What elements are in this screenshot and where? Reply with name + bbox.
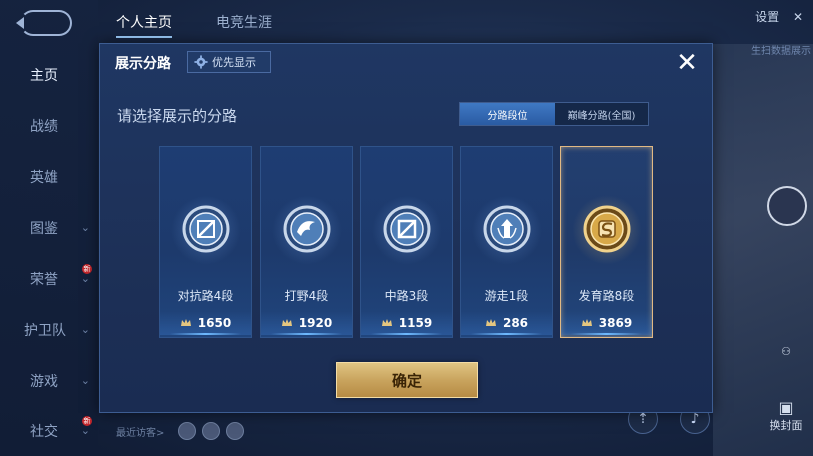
confirm-label: 确定 <box>391 371 422 390</box>
tab-esports-career[interactable]: 电竞生涯 <box>216 12 272 32</box>
dialog-header: 展示分路 优先显示 ✕ <box>100 44 712 82</box>
crown-icon <box>581 319 592 326</box>
farm-lane-emblem-icon <box>583 205 631 253</box>
sidebar-item-guard-team[interactable]: 护卫队 ⌄ <box>0 315 98 345</box>
avatar[interactable] <box>767 186 807 226</box>
top-tabs: 个人主页 电竞生涯 <box>98 0 813 44</box>
lane-score: 1650 <box>160 311 251 335</box>
settings-area: 设置 ✕ <box>755 8 803 25</box>
lane-score: 1159 <box>361 311 452 335</box>
lane-display-dialog: 展示分路 优先显示 ✕ 请选择展示的分路 分路段位 巅峰分路(全国) 对抗路4段… <box>99 43 713 413</box>
lane-mode-toggle: 分路段位 巅峰分路(全国) <box>459 102 649 126</box>
priority-button-label: 优先显示 <box>212 56 256 69</box>
sidebar-item-home[interactable]: 主页 <box>0 60 98 90</box>
background-scene <box>713 44 813 456</box>
chevron-down-icon: ⌄ <box>80 221 90 234</box>
chevron-down-icon: ⌄ <box>80 272 90 285</box>
sidebar-item-label: 英雄 <box>30 170 58 186</box>
lane-card-mid[interactable]: 中路3段 1159 <box>360 146 453 338</box>
visitor-avatar[interactable] <box>202 422 220 440</box>
lane-rank-label: 游走1段 <box>484 289 529 303</box>
lane-score-value: 286 <box>502 316 529 330</box>
close-icon: ✕ <box>676 48 698 78</box>
lane-rank-label: 发育路8段 <box>578 289 635 303</box>
sidebar-item-label: 护卫队 <box>24 323 66 339</box>
crown-icon <box>180 319 191 326</box>
sidebar-item-label: 图鉴 <box>30 221 58 237</box>
back-button[interactable] <box>16 10 72 36</box>
lane-score-value: 1159 <box>398 316 433 330</box>
lane-card-jungle[interactable]: 打野4段 1920 <box>260 146 353 338</box>
sidebar-item-codex[interactable]: 图鉴 ⌄ <box>0 213 98 243</box>
lane-rank-label: 打野4段 <box>284 289 329 303</box>
visitor-avatar[interactable] <box>178 422 196 440</box>
selection-prompt: 请选择展示的分路 <box>117 107 238 125</box>
toggle-lane-rank[interactable]: 分路段位 <box>460 103 555 125</box>
lane-rank-label: 中路3段 <box>384 289 429 303</box>
mid-lane-emblem-icon <box>383 205 431 253</box>
tab-profile[interactable]: 个人主页 <box>116 12 172 38</box>
sidebar-item-label: 游戏 <box>30 374 58 390</box>
close-icon[interactable]: ✕ <box>793 10 803 24</box>
crown-icon <box>281 319 292 326</box>
change-cover-label: 换封面 <box>769 419 803 432</box>
lane-score-value: 1920 <box>298 316 333 330</box>
chevron-down-icon: ⌄ <box>80 424 90 437</box>
crown-icon <box>485 319 496 326</box>
chevron-down-icon: ⌄ <box>80 323 90 336</box>
side-caption: 生扫数据展示 <box>751 46 811 57</box>
recent-visitors-label[interactable]: 最近访客> <box>116 424 164 439</box>
chevron-down-icon: ⌄ <box>80 374 90 387</box>
lane-card-roam[interactable]: 游走1段 286 <box>460 146 553 338</box>
sidebar-item-record[interactable]: 战绩 <box>0 111 98 141</box>
sidebar-item-heroes[interactable]: 英雄 <box>0 162 98 192</box>
crown-icon <box>381 319 392 326</box>
lane-score: 3869 <box>561 311 652 335</box>
confirm-button[interactable]: 确定 <box>336 362 478 398</box>
lane-score-value: 3869 <box>598 316 633 330</box>
change-cover-button[interactable]: ▣ 换封面 <box>769 398 803 433</box>
gear-icon <box>194 55 208 69</box>
dialog-title: 展示分路 <box>115 56 171 72</box>
priority-display-button[interactable]: 优先显示 <box>187 51 271 73</box>
toggle-peak-lane[interactable]: 巅峰分路(全国) <box>555 103 648 125</box>
settings-link[interactable]: 设置 <box>755 10 779 24</box>
lane-card-clash[interactable]: 对抗路4段 1650 <box>159 146 252 338</box>
roam-emblem-icon <box>483 205 531 253</box>
sidebar-item-label: 社交 <box>30 424 58 440</box>
image-icon: ▣ <box>778 398 794 417</box>
sidebar-item-honor[interactable]: 荣誉 新 ⌄ <box>0 264 98 294</box>
lane-score: 286 <box>461 311 552 335</box>
sidebar-item-label: 主页 <box>30 68 58 84</box>
lane-score-value: 1650 <box>197 316 232 330</box>
sidebar-item-games[interactable]: 游戏 ⌄ <box>0 366 98 396</box>
sidebar-item-label: 荣誉 <box>30 272 58 288</box>
lane-score: 1920 <box>261 311 352 335</box>
clash-lane-emblem-icon <box>182 205 230 253</box>
lane-rank-label: 对抗路4段 <box>177 289 234 303</box>
sidebar-item-social[interactable]: 社交 新 ⌄ <box>0 416 98 446</box>
lane-cards: 对抗路4段 1650 打野4段 1920 中路3段 1159 游走1段 286 … <box>159 146 659 338</box>
visitor-avatar[interactable] <box>226 422 244 440</box>
lane-card-farm[interactable]: 发育路8段 3869 <box>560 146 653 338</box>
share-icon[interactable]: ⚇ <box>769 345 803 358</box>
jungle-emblem-icon <box>283 205 331 253</box>
sidebar-item-label: 战绩 <box>30 119 58 135</box>
close-button[interactable]: ✕ <box>674 50 700 76</box>
